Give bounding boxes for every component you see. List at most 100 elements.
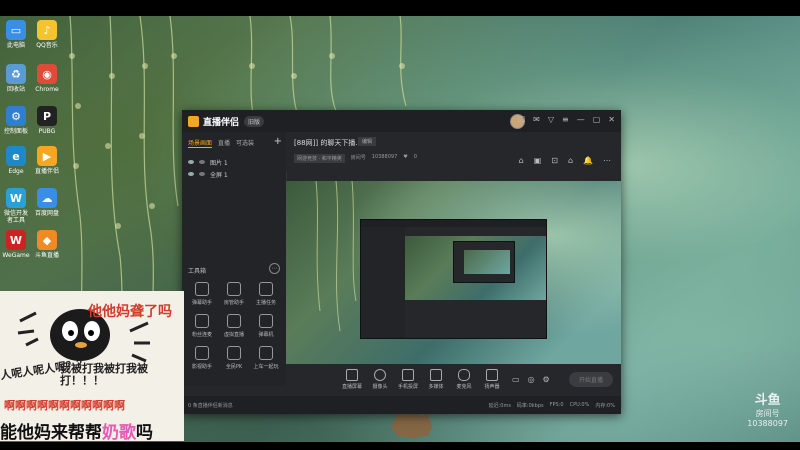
camera-button[interactable]: 摄像头 [366,368,394,390]
start-live-button[interactable]: 开始直播 [568,372,613,387]
task-icon [259,282,273,296]
douyu-logo: 斗鱼 [754,393,781,408]
tab-optional[interactable]: 可选装 [236,138,254,148]
nested-preview [405,236,546,300]
tab-live[interactable]: 直播 [218,138,230,148]
play-icon [430,368,442,381]
bell-icon[interactable]: 🔔 [583,156,593,165]
phone-cast-button[interactable]: 手机投屏 [394,368,422,390]
desktop-icon[interactable]: ⚙ 控制面板 [2,106,30,135]
maximize-button[interactable]: ▢ [593,115,601,124]
filter-icon[interactable]: ▽ [548,115,554,124]
letterbox-top [0,0,800,16]
cloud-drive-icon: ☁ [37,188,57,208]
nested-app-window [360,219,547,339]
close-button[interactable]: ✕ [608,115,615,124]
desktop-icon[interactable]: W 微信开发者工具 [2,188,30,224]
room-title[interactable]: [88网]] 的聊天下播… [294,138,362,148]
tab-scene[interactable]: 场景画面 [188,138,213,148]
desktop-icon[interactable]: e Edge [2,146,30,175]
desktop-icon[interactable]: ▭ 此电脑 [2,20,30,49]
nested-title-bar [361,220,546,227]
link-icon [195,314,209,328]
virtual-icon [227,314,241,328]
more-icon[interactable]: ⋯ [603,156,611,165]
phone-icon [402,368,414,381]
lock-icon[interactable] [199,160,205,164]
wegame-icon: W [6,230,26,250]
status-metrics: 延迟:0ms 码率:0kbps FPS:0 CPU:0% 内存:0% [489,402,615,409]
room-header: [88网]] 的聊天下播… 编辑 网游竞技 · 和平精英 房间号 1038809… [286,132,621,172]
pk-icon [227,346,241,360]
wechat-devtools-icon: W [6,188,26,208]
window-controls: ☐ ✉ ▽ ≡ — ▢ ✕ [518,115,615,124]
version-badge[interactable]: 旧版 [244,116,265,127]
deer-shape [392,414,432,438]
eye-icon[interactable] [188,172,194,176]
letterbox-bottom [0,442,800,450]
nested-left-panel [361,227,405,338]
tool-play-together[interactable]: 上车一起玩 [250,346,282,370]
shop-icon[interactable]: ⊡ [551,156,558,165]
streaming-app-window[interactable]: 直播伴侣 旧版 ☐ ✉ ▽ ≡ — ▢ ✕ 场景画面 直播 可选装 + 图片 1… [182,110,621,414]
nested-app-window-2 [453,241,515,283]
desktop-icon[interactable]: W WeGame [2,230,30,259]
like-icon: ♥ [403,154,408,160]
desktop-wallpaper: ▭ 此电脑 ♪ QQ音乐 ♻ 回收站 ◉ Chrome ⚙ 控制面板 P PUB… [0,16,800,442]
tool-movie-assistant[interactable]: 影视助手 [186,346,218,370]
tool-fan-link[interactable]: 粉丝连麦 [186,314,218,338]
tool-room-admin[interactable]: 房管助手 [218,282,250,306]
tool-anchor-task[interactable]: 主播任务 [250,282,282,306]
room-category[interactable]: 网游竞技 · 和平精英 [294,154,345,163]
status-cpu: CPU:0% [569,402,590,408]
stream-preview[interactable] [286,181,621,364]
add-source-button[interactable]: + [274,136,282,147]
meme-text-hit: 我被打我被打我被打！！！ [60,362,148,387]
screen-icon[interactable]: ☐ [518,115,525,124]
control-panel-icon: ⚙ [6,106,26,126]
microphone-button[interactable]: 麦克风 [450,368,478,390]
desktop-icon[interactable]: ☁ 百度网盘 [33,188,61,217]
home-icon[interactable]: ⌂ [568,156,573,165]
tool-pk[interactable]: 全民PK [218,346,250,370]
screen-capture-button[interactable]: 直播屏幕 [338,368,366,390]
desktop-icon[interactable]: P PUBG [33,106,61,135]
title-bar[interactable]: 直播伴侣 旧版 ☐ ✉ ▽ ≡ — ▢ ✕ [182,110,621,132]
tool-virtual-live[interactable]: 虚拟直播 [218,314,250,338]
desktop-icon[interactable]: ◆ 斗鱼直播 [33,230,61,259]
edit-room-button[interactable]: 编辑 [358,137,377,146]
douyu-icon: ◆ [37,230,57,250]
speaker-button[interactable]: 扬声器 [478,368,506,390]
status-bitrate: 码率:0kbps [516,403,544,409]
settings-icon[interactable]: ⚙ [543,375,550,384]
logo-icon [188,116,199,127]
desktop-icon[interactable]: ▶ 直播伴侣 [33,146,61,175]
eye-icon[interactable] [188,160,194,164]
car-icon [259,346,273,360]
desktop-icon[interactable]: ♻ 回收站 [2,64,30,93]
douyu-watermark: 斗鱼 房间号 10388097 [747,389,788,428]
chat-icon [195,282,209,296]
multimedia-button[interactable]: 多媒体 [422,368,450,390]
camera-icon [374,368,386,381]
minimize-button[interactable]: — [577,115,585,124]
desktop-icon[interactable]: ◉ Chrome [33,64,61,93]
record-icon[interactable]: ▣ [534,156,542,165]
lock-icon[interactable] [199,172,205,176]
meme-text-top: 他他妈聋了吗 [88,304,172,320]
film-icon [195,346,209,360]
scene-item[interactable]: 图片 1 [182,156,286,168]
message-icon[interactable]: ✉ [533,115,540,124]
toolbox-title: 工具箱 [188,268,207,275]
status-message[interactable]: 0 条直播伴侣新消息 [188,402,233,409]
toolbox-more-button[interactable]: ⋯ [269,263,280,274]
record-status-icon[interactable]: ◎ [528,375,535,384]
gift-icon[interactable]: ⌂ [519,156,524,165]
scene-item[interactable]: 全屏 1 [182,168,286,180]
meme-text-scream: 啊啊啊啊啊啊啊啊啊啊啊 [4,399,125,412]
tool-danmu-assistant[interactable]: 弹幕助手 [186,282,218,306]
video-icon[interactable]: ▭ [512,375,520,384]
desktop-icon[interactable]: ♪ QQ音乐 [33,20,61,49]
tool-danmu-machine[interactable]: 弹幕机 [250,314,282,338]
menu-icon[interactable]: ≡ [562,115,569,124]
